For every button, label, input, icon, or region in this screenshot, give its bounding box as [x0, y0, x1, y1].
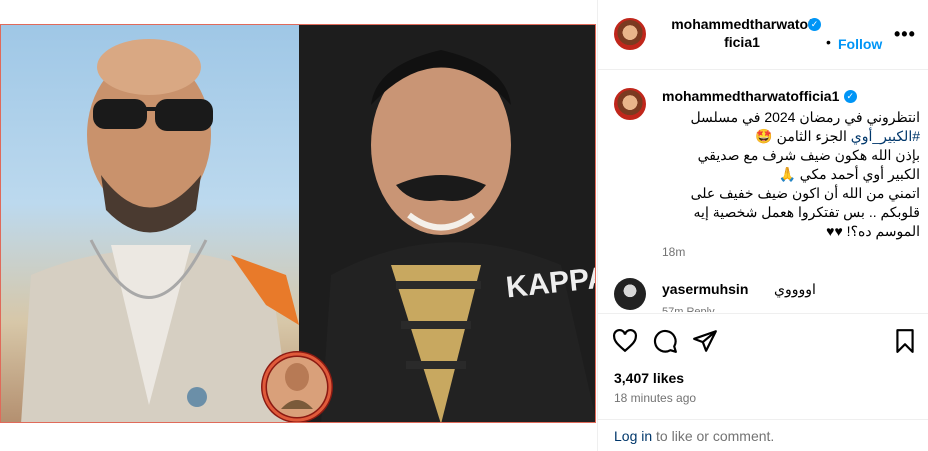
caption-author-username[interactable]: mohammedtharwatofficia1 [662, 88, 839, 104]
caption-line-4: الكبير أوي أحمد مكي 🙏 [778, 166, 920, 182]
heart-icon[interactable] [612, 328, 638, 354]
caption-text: انتظروني في رمضان 2024 في مسلسل #الكبير_… [662, 108, 920, 241]
caption-verified-icon: ✓ [843, 90, 857, 104]
comment-item: yasermuhsin اووووي 57m Reply [614, 276, 914, 312]
post-header: mohammedtharwatof ficia1 ✓ • Follow ••• [598, 0, 928, 70]
author-name-block[interactable]: mohammedtharwatof ficia1 [662, 16, 822, 50]
caption: mohammedtharwatofficia1 ✓ انتظروني في رم… [662, 88, 920, 259]
caption-hashtag[interactable]: #الكبير_أوي [851, 128, 920, 144]
caption-author-avatar[interactable] [614, 88, 646, 120]
caption-line-2: #الكبير_أوي الجزء الثامن 🤩 [662, 127, 920, 146]
caption-line-7: الموسم ده؟! ♥♥ [826, 223, 920, 239]
login-link[interactable]: Log in [614, 428, 652, 444]
post-time-ago[interactable]: 18 minutes ago [614, 391, 696, 405]
author-username-line1[interactable]: mohammedtharwatof [662, 16, 822, 32]
post-image[interactable]: KAPPA [0, 24, 596, 423]
comment-meta: 57m Reply [662, 306, 715, 312]
verified-badge-icon: ✓ [808, 18, 821, 31]
separator-dot: • [826, 34, 831, 50]
login-prompt-text: to like or comment. [652, 428, 775, 444]
login-footer: Log in to like or comment. [598, 419, 928, 451]
comment-text: اووووي [774, 281, 816, 297]
comment-icon[interactable] [652, 328, 678, 354]
login-prompt: Log in to like or comment. [614, 428, 774, 444]
commenter-avatar[interactable] [614, 278, 646, 310]
caption-line-3: بإذن الله هكون ضيف شرف مع صديقي [697, 147, 920, 163]
follow-button[interactable]: Follow [838, 36, 882, 52]
caption-line-6: قلوبكم .. بس تفتكروا هعمل شخصية إيه [693, 204, 920, 220]
share-icon[interactable] [692, 328, 718, 354]
post-side-panel: mohammedtharwatof ficia1 ✓ • Follow ••• … [597, 0, 928, 451]
bookmark-icon[interactable] [892, 328, 918, 354]
action-bar [598, 313, 928, 369]
image-illustration: KAPPA [21, 25, 595, 422]
caption-line-2-rest: الجزء الثامن 🤩 [755, 128, 851, 144]
caption-timestamp[interactable]: 18m [662, 245, 920, 259]
likes-count[interactable]: 3,407 likes [614, 370, 684, 386]
more-options-icon[interactable]: ••• [894, 24, 916, 45]
caption-line-5: اتمني من الله أن اكون ضيف خفيف على [690, 185, 920, 201]
author-username-line2[interactable]: ficia1 [662, 34, 822, 50]
caption-line-1: انتظروني في رمضان 2024 في مسلسل [690, 109, 920, 125]
author-avatar[interactable] [614, 18, 646, 50]
commenter-username[interactable]: yasermuhsin [662, 281, 748, 297]
